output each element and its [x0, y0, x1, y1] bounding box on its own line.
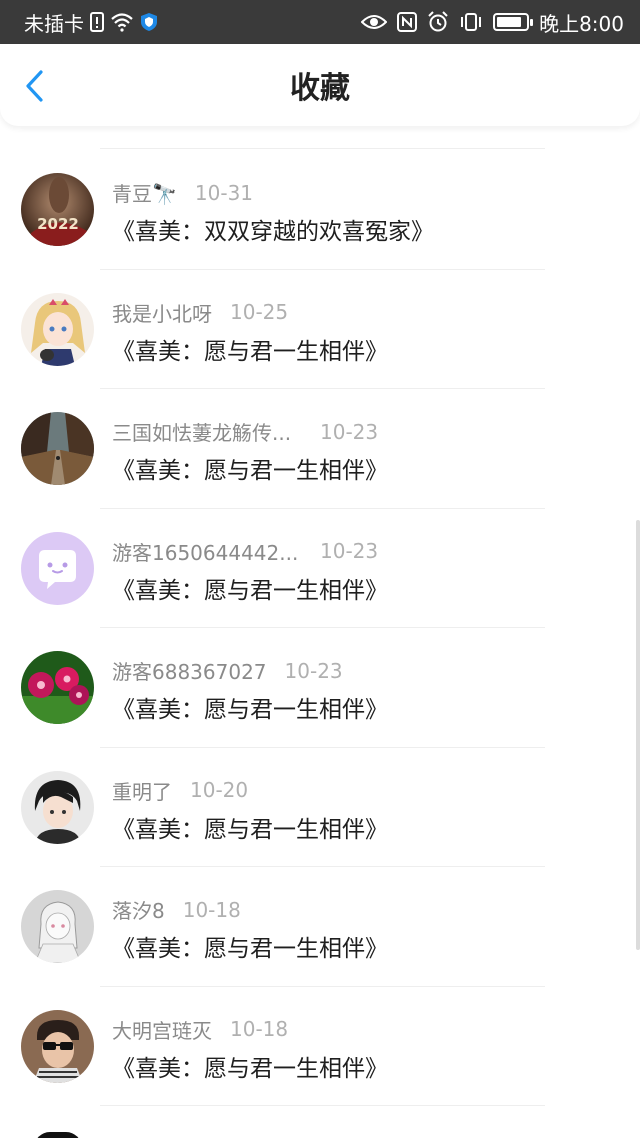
avatar[interactable] [21, 531, 94, 605]
date: 10-23 [284, 658, 343, 683]
back-button[interactable] [14, 66, 54, 106]
avatar[interactable] [34, 1132, 82, 1138]
list-item[interactable]: 落汐8 10-18 《喜美：愿与君一生相伴》 [0, 867, 640, 987]
avatar[interactable]: 2022 [21, 173, 94, 246]
date: 10-23 [320, 419, 379, 444]
date: 10-18 [230, 1017, 289, 1041]
username: 大明宫琏灭 [112, 1018, 212, 1043]
chevron-left-icon [26, 70, 43, 102]
collection-title: 《喜美：愿与君一生相伴》 [112, 458, 388, 484]
status-bar: 未插卡 晚上8:00 [0, 0, 640, 44]
username: 三国如怯萋龙觞传... [112, 421, 292, 445]
clock-text: 晚上8:00 [539, 11, 624, 36]
username: 游客1650644442... [112, 540, 299, 565]
favorites-list: 2022 青豆🔭 10-31 《喜美：双双穿越的欢喜冤家》 我是小北呀 10-25 … [0, 150, 640, 1106]
list-item[interactable]: 三国如怯萋龙觞传... 10-23 《喜美：愿与君一生相伴》 [0, 389, 640, 509]
avatar[interactable] [21, 292, 94, 366]
date: 10-20 [190, 778, 249, 802]
nfc-icon [397, 12, 418, 32]
vibrate-icon [459, 12, 483, 32]
carrier-text: 未插卡 [24, 11, 84, 36]
avatar[interactable] [21, 770, 94, 844]
battery-icon [493, 13, 534, 31]
list-item[interactable]: 游客1650644442... 10-23 《喜美：愿与君一生相伴》 [0, 509, 640, 628]
list-item[interactable]: 游客688367027 10-23 《喜美：愿与君一生相伴》 [0, 628, 640, 748]
page-header: 收藏 [0, 44, 640, 126]
collection-title: 《喜美：双双穿越的欢喜冤家》 [112, 219, 434, 245]
eye-icon [361, 13, 388, 31]
username: 游客688367027 [112, 660, 267, 684]
date: 10-31 [194, 180, 254, 205]
list-item[interactable]: 重明了 10-20 《喜美：愿与君一生相伴》 [0, 748, 640, 867]
page-title: 收藏 [290, 71, 350, 106]
avatar[interactable] [21, 1009, 94, 1083]
shield-icon [140, 12, 158, 32]
scrollbar[interactable] [636, 520, 640, 950]
avatar[interactable] [21, 890, 94, 963]
list-item[interactable]: 我是小北呀 10-25 《喜美：愿与君一生相伴》 [0, 270, 640, 389]
svg-text:2022: 2022 [37, 215, 79, 233]
date: 10-25 [230, 300, 289, 324]
username: 我是小北呀 [112, 301, 212, 326]
avatar[interactable] [21, 651, 94, 724]
list-item[interactable]: 大明宫琏灭 10-18 《喜美：愿与君一生相伴》 [0, 987, 640, 1106]
sim-alert-icon [90, 12, 104, 32]
date: 10-23 [320, 539, 379, 563]
username: 青豆🔭 [112, 182, 177, 206]
date: 10-18 [182, 897, 241, 922]
collection-title: 《喜美：愿与君一生相伴》 [112, 936, 388, 962]
collection-title: 《喜美：愿与君一生相伴》 [112, 338, 388, 365]
collection-title: 《喜美：愿与君一生相伴》 [112, 816, 388, 843]
list-item[interactable]: 2022 青豆🔭 10-31 《喜美：双双穿越的欢喜冤家》 [0, 150, 640, 270]
divider [100, 1105, 545, 1106]
alarm-icon [427, 11, 449, 33]
username: 落汐8 [112, 899, 165, 923]
wifi-icon [110, 12, 134, 32]
collection-title: 《喜美：愿与君一生相伴》 [112, 697, 388, 723]
collection-title: 《喜美：愿与君一生相伴》 [112, 577, 388, 604]
collection-title: 《喜美：愿与君一生相伴》 [112, 1055, 388, 1082]
username: 重明了 [112, 779, 172, 804]
avatar[interactable] [21, 412, 94, 485]
divider [100, 148, 545, 149]
